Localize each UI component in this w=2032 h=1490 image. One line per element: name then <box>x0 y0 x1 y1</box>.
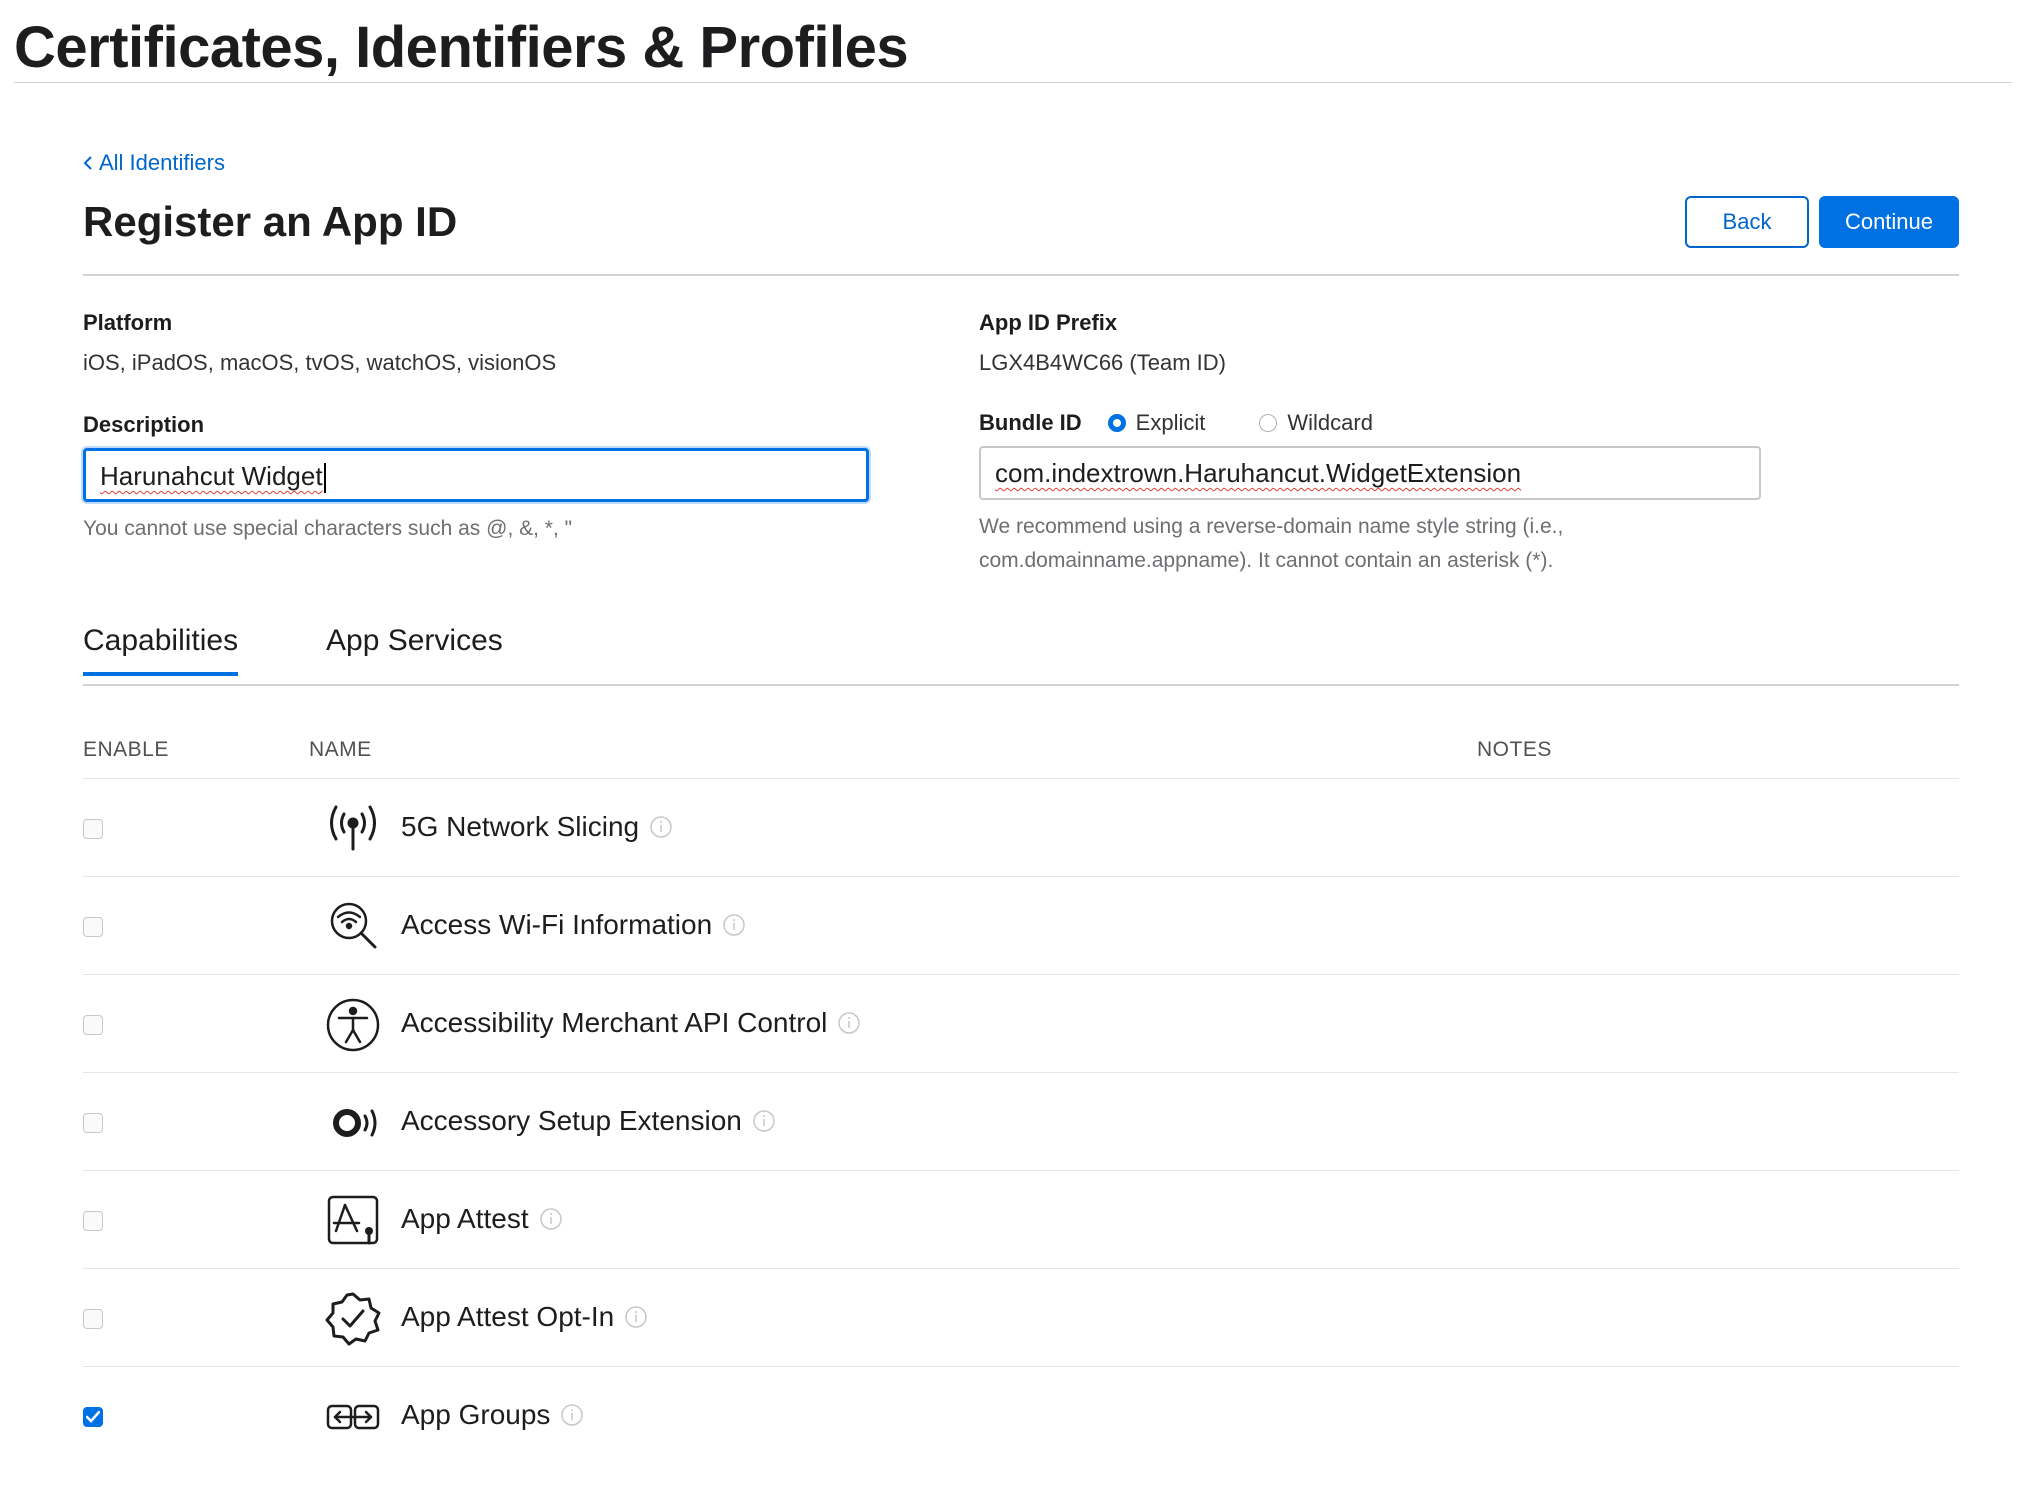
radio-unselected-icon <box>1259 414 1278 432</box>
site-header: Certificates, Identifiers & Profiles <box>14 10 2012 83</box>
capability-label: Accessory Setup Extension <box>401 1105 742 1136</box>
bundle-wildcard-radio[interactable]: Wildcard <box>1259 410 1373 436</box>
capability-row: App Groups <box>83 1367 1959 1464</box>
radio-selected-icon <box>1107 414 1126 432</box>
title-row: Register an App ID Back Continue <box>83 194 1959 276</box>
capabilities-table-header: ENABLE NAME NOTES <box>83 686 1959 779</box>
info-icon[interactable] <box>624 1305 648 1329</box>
antenna-icon <box>323 801 383 857</box>
capabilities-list: 5G Network Slicing Access Wi-Fi Informat… <box>83 779 1959 1464</box>
capability-name: Access Wi-Fi Information <box>401 909 746 941</box>
wifi-search-icon <box>323 899 383 955</box>
page-title: Register an App ID <box>83 198 458 245</box>
enable-checkbox[interactable] <box>83 1015 103 1035</box>
info-icon[interactable] <box>752 1109 776 1133</box>
capability-row: App Attest <box>83 1171 1959 1269</box>
capability-row: Accessory Setup Extension <box>83 1073 1959 1171</box>
enable-checkbox[interactable] <box>83 1407 103 1427</box>
all-identifiers-link[interactable]: All Identifiers <box>83 150 225 176</box>
enable-checkbox[interactable] <box>83 1113 103 1133</box>
main-content: All Identifiers Register an App ID Back … <box>83 150 1959 1464</box>
capability-row: 5G Network Slicing <box>83 779 1959 877</box>
capability-label: 5G Network Slicing <box>401 811 640 842</box>
column-enable: ENABLE <box>83 738 169 761</box>
bundle-id-row: Bundle ID Explicit Wildcard <box>979 410 1413 436</box>
capability-label: App Attest <box>401 1203 529 1234</box>
capability-label: Access Wi-Fi Information <box>401 909 713 940</box>
capability-row: Accessibility Merchant API Control <box>83 975 1959 1073</box>
enable-checkbox[interactable] <box>83 917 103 937</box>
bundle-id-input[interactable]: com.indextrown.Haruhancut.WidgetExtensio… <box>979 446 1761 500</box>
capability-label: App Groups <box>401 1399 551 1430</box>
back-link-label: All Identifiers <box>99 150 225 175</box>
enable-checkbox[interactable] <box>83 819 103 839</box>
capability-row: Access Wi-Fi Information <box>83 877 1959 975</box>
capability-name: Accessory Setup Extension <box>401 1105 776 1137</box>
bundle-wildcard-label: Wildcard <box>1287 410 1373 435</box>
bundle-hint-line-1: We recommend using a reverse-domain name… <box>979 515 1564 538</box>
capability-tabs: Capabilities App Services <box>83 606 1959 686</box>
platform-label: Platform <box>83 310 173 335</box>
info-icon[interactable] <box>722 913 746 937</box>
bundle-explicit-label: Explicit <box>1135 410 1206 435</box>
accessibility-icon <box>323 997 383 1053</box>
description-label: Description <box>83 412 205 437</box>
capability-row: App Attest Opt-In <box>83 1269 1959 1367</box>
bundle-id-input-value: com.indextrown.Haruhancut.WidgetExtensio… <box>995 458 1522 488</box>
bundle-hint-line-2: com.domainname.appname). It cannot conta… <box>979 549 1554 572</box>
chevron-left-icon <box>83 156 92 170</box>
capability-name: 5G Network Slicing <box>401 811 673 843</box>
continue-button[interactable]: Continue <box>1819 196 1959 248</box>
site-title: Certificates, Identifiers & Profiles <box>14 15 909 80</box>
info-icon[interactable] <box>649 815 673 839</box>
capability-label: Accessibility Merchant API Control <box>401 1007 828 1038</box>
accessory-icon <box>323 1095 383 1151</box>
capability-name: Accessibility Merchant API Control <box>401 1007 861 1039</box>
capability-name: App Groups <box>401 1399 584 1431</box>
enable-checkbox[interactable] <box>83 1211 103 1231</box>
description-hint: You cannot use special characters such a… <box>83 517 573 540</box>
bundle-explicit-radio[interactable]: Explicit <box>1107 410 1206 436</box>
prefix-label: App ID Prefix <box>979 310 1118 335</box>
text-caret <box>323 463 326 494</box>
column-notes: NOTES <box>1477 738 1552 761</box>
checkmark-icon <box>86 1411 100 1423</box>
description-input[interactable]: Harunahcut Widget <box>83 448 869 502</box>
back-button[interactable]: Back <box>1685 196 1809 248</box>
app-groups-icon <box>323 1389 383 1445</box>
enable-checkbox[interactable] <box>83 1309 103 1329</box>
tab-capabilities[interactable]: Capabilities <box>83 624 239 676</box>
prefix-value: LGX4B4WC66 (Team ID) <box>979 350 1226 375</box>
column-name: NAME <box>309 738 372 761</box>
info-icon[interactable] <box>560 1403 584 1427</box>
description-input-value: Harunahcut Widget <box>100 461 323 491</box>
bundle-id-label: Bundle ID <box>979 410 1082 435</box>
info-icon[interactable] <box>837 1011 861 1035</box>
platform-value: iOS, iPadOS, macOS, tvOS, watchOS, visio… <box>83 350 557 375</box>
tab-app-services[interactable]: App Services <box>326 624 503 672</box>
app-attest-icon <box>323 1193 383 1249</box>
capability-label: App Attest Opt-In <box>401 1301 615 1332</box>
verified-badge-icon <box>323 1291 383 1347</box>
register-form: Platform iOS, iPadOS, macOS, tvOS, watch… <box>83 276 1959 606</box>
capability-name: App Attest Opt-In <box>401 1301 648 1333</box>
capability-name: App Attest <box>401 1203 563 1235</box>
info-icon[interactable] <box>539 1207 563 1231</box>
